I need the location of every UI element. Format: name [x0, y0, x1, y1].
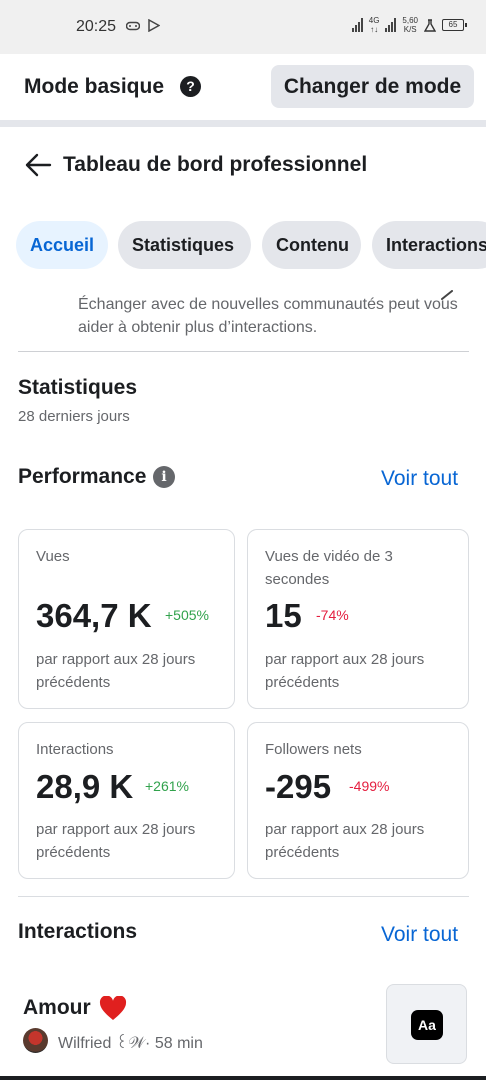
- signal-icon: [351, 18, 363, 32]
- post-title[interactable]: Amour: [23, 996, 91, 1020]
- post-author: Wilfried ꒰𝒲·: [58, 1035, 151, 1052]
- metric-value: 28,9 K: [36, 768, 134, 805]
- metric-card-views[interactable]: Vues 364,7 K +505% par rapport aux 28 jo…: [18, 529, 235, 709]
- section-divider: [0, 120, 486, 127]
- page-title: Tableau de bord professionnel: [63, 153, 368, 176]
- status-bar: 20:25 4G ↑↓ 5,60 K/S 65: [0, 0, 486, 54]
- metric-card-net-followers[interactable]: Followers nets -295 -499% par rapport au…: [247, 722, 469, 879]
- metric-label: Vues de vidéo de 3 secondes: [265, 548, 393, 588]
- status-time: 20:25: [76, 18, 117, 35]
- switch-mode-button[interactable]: Changer de mode: [271, 65, 474, 108]
- divider: [18, 896, 469, 897]
- metric-delta: -74%: [316, 607, 349, 623]
- statistics-period: 28 derniers jours: [18, 408, 130, 425]
- page-header: Tableau de bord professionnel: [0, 140, 486, 190]
- metric-note: par rapport aux 28 jours précédents: [265, 651, 425, 691]
- arrow-left-icon[interactable]: [24, 152, 52, 178]
- bottom-edge: [0, 1076, 486, 1080]
- net-speed-value: 5,60: [402, 16, 418, 25]
- metric-card-video-views[interactable]: Vues de vidéo de 3 secondes 15 -74% par …: [247, 529, 469, 709]
- mode-bar: Mode basique ? Changer de mode: [0, 54, 486, 120]
- tab-accueil[interactable]: Accueil: [16, 221, 108, 269]
- interactions-title: Interactions: [18, 920, 138, 943]
- metric-note: par rapport aux 28 jours précédents: [36, 821, 196, 861]
- metric-label: Followers nets: [265, 741, 362, 758]
- battery-icon: 65: [442, 19, 467, 31]
- network-type: 4G ↑↓: [368, 16, 380, 34]
- net-speed-unit: K/S: [403, 25, 417, 34]
- metric-label: Vues: [36, 548, 70, 565]
- avatar[interactable]: [23, 1028, 48, 1053]
- net-speed: 5,60 K/S: [402, 16, 418, 34]
- post-meta: Wilfried ꒰𝒲· 58 min: [58, 1031, 203, 1053]
- text-post-aa-icon: Aa: [411, 1010, 443, 1040]
- interactions-see-all-link[interactable]: Voir tout: [381, 923, 458, 947]
- divider: [18, 351, 469, 352]
- performance-see-all-link[interactable]: Voir tout: [381, 467, 458, 491]
- metric-card-interactions[interactable]: Interactions 28,9 K +261% par rapport au…: [18, 722, 235, 879]
- metric-value: -295: [265, 768, 332, 805]
- metric-note: par rapport aux 28 jours précédents: [36, 651, 196, 691]
- post-thumbnail[interactable]: Aa: [386, 984, 467, 1064]
- metric-value: 364,7 K: [36, 597, 152, 634]
- metric-delta: +261%: [145, 778, 189, 794]
- statistics-title: Statistiques: [18, 376, 138, 399]
- gamepad-icon: [126, 21, 140, 30]
- flask-icon: [424, 18, 436, 32]
- signal-icon-2: [385, 18, 397, 32]
- network-4g-label: 4G: [368, 16, 380, 25]
- question-circle-icon[interactable]: ?: [180, 76, 201, 97]
- info-circle-icon[interactable]: i: [153, 466, 175, 488]
- tab-bar: Accueil Statistiques Contenu Interaction…: [16, 221, 486, 269]
- status-system-icons: 4G ↑↓ 5,60 K/S 65: [351, 16, 467, 34]
- pencil-icon[interactable]: [440, 290, 454, 300]
- tab-contenu[interactable]: Contenu: [262, 221, 361, 269]
- performance-title: Performance: [18, 465, 147, 488]
- metric-label: Interactions: [36, 741, 114, 758]
- status-notification-icons: [126, 19, 160, 32]
- play-store-icon: [148, 19, 160, 32]
- metric-delta: -499%: [349, 778, 390, 794]
- metric-note: par rapport aux 28 jours précédents: [265, 821, 425, 861]
- red-heart-icon: [99, 996, 127, 1020]
- post-time: 58 min: [154, 1035, 203, 1052]
- tip-text: Échanger avec de nouvelles communautés p…: [78, 296, 458, 336]
- tab-interactions[interactable]: Interactions: [372, 221, 486, 269]
- metric-value: 15: [265, 597, 302, 634]
- metric-delta: +505%: [165, 607, 209, 623]
- tab-statistiques[interactable]: Statistiques: [118, 221, 251, 269]
- mode-title: Mode basique: [24, 75, 165, 98]
